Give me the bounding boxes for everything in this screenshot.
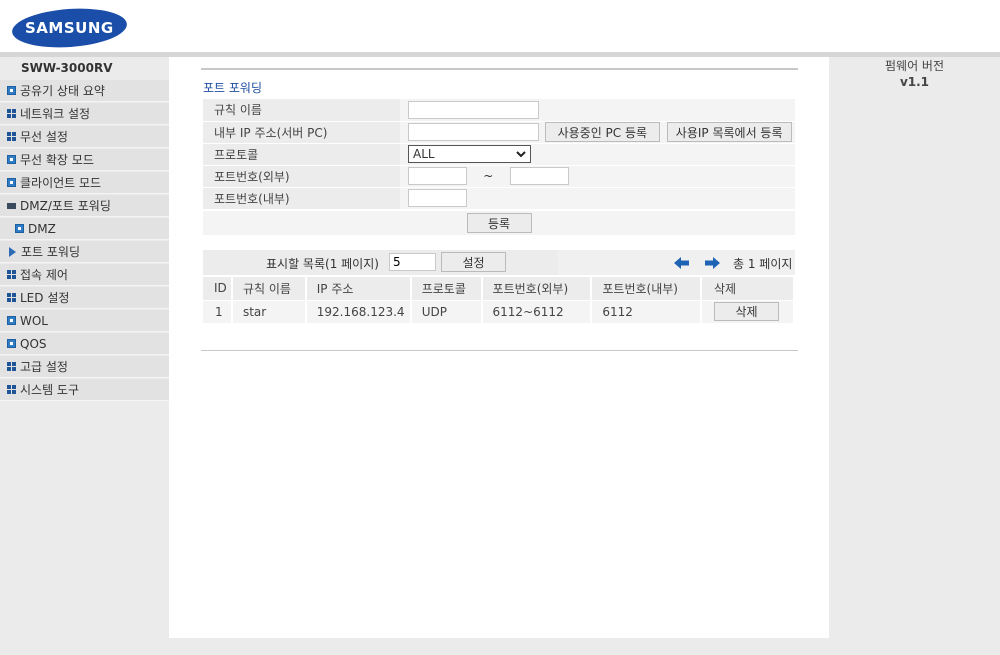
cell-protocol: UDP: [410, 300, 483, 324]
table-row: 1 star 192.168.123.4 UDP 6112~6112 6112 …: [203, 300, 795, 324]
nav-access-control[interactable]: 접속 제어: [0, 264, 169, 286]
grid-icon: [7, 109, 16, 118]
plus-square-icon: [7, 339, 16, 348]
col-rule-name-header: 규칙 이름: [231, 277, 307, 301]
plus-square-icon: [7, 178, 16, 187]
port-forward-form: 규칙 이름 내부 IP 주소(서버 PC) 사용중인 PC 등록 사용IP 목록…: [203, 99, 795, 210]
nav-system-tools[interactable]: 시스템 도구: [0, 379, 169, 401]
protocol-selected-value: ALL: [413, 147, 435, 161]
protocol-label: 프로토콜: [203, 143, 400, 166]
nav-port-forwarding[interactable]: 포트 포워딩: [0, 241, 169, 263]
nav-label: DMZ: [28, 221, 56, 236]
col-ext-port-header: 포트번호(외부): [481, 277, 593, 301]
nav-label: 네트워크 설정: [20, 107, 91, 121]
divider: [201, 350, 798, 351]
internal-ip-label: 내부 IP 주소(서버 PC): [203, 121, 400, 144]
arrow-right-icon: [9, 246, 16, 257]
nav-qos[interactable]: QOS: [0, 333, 169, 355]
grid-icon: [7, 132, 16, 141]
samsung-logo[interactable]: SAMSUNG: [10, 5, 129, 51]
port-forward-rules-table: ID 규칙 이름 IP 주소 프로토콜 포트번호(외부) 포트번호(내부) 삭제…: [203, 277, 795, 324]
register-from-ip-list-button[interactable]: 사용IP 목록에서 등록: [666, 122, 792, 142]
nav-label: 공유기 상태 요약: [20, 84, 105, 98]
internal-port-input[interactable]: [408, 189, 467, 207]
sidebar: SWW-3000RV 공유기 상태 요약 네트워크 설정 무선 설정 무선 확장…: [0, 57, 169, 655]
model-name: SWW-3000RV: [0, 57, 169, 80]
chevron-down-icon: [516, 150, 526, 157]
nav-wireless-settings[interactable]: 무선 설정: [0, 126, 169, 148]
nav-label: 포트 포워딩: [21, 245, 81, 259]
plus-square-icon: [15, 224, 24, 233]
nav-status-summary[interactable]: 공유기 상태 요약: [0, 80, 169, 102]
display-count-input[interactable]: [389, 253, 436, 271]
cell-id: 1: [203, 300, 233, 324]
external-port-from-input[interactable]: [408, 167, 467, 185]
col-ip-header: IP 주소: [305, 277, 412, 301]
logo-text: SAMSUNG: [25, 19, 114, 38]
nav-network-settings[interactable]: 네트워크 설정: [0, 103, 169, 125]
main-content: 포트 포워딩 규칙 이름 내부 IP 주소(서버 PC) 사용중인 PC 등록 …: [169, 57, 829, 638]
grid-icon: [7, 385, 16, 394]
nav-label: 접속 제어: [20, 268, 68, 282]
nav-wireless-extend[interactable]: 무선 확장 모드: [0, 149, 169, 171]
external-port-label: 포트번호(외부): [203, 165, 400, 188]
firmware-panel: 펌웨어 버전 v1.1: [829, 57, 1000, 655]
register-row: 등록: [203, 211, 795, 235]
cell-rule-name: star: [231, 300, 307, 324]
nav-label: QOS: [20, 336, 47, 351]
col-delete-header: 삭제: [701, 277, 795, 301]
minus-icon: [7, 202, 16, 209]
rule-name-label: 규칙 이름: [203, 99, 400, 122]
nav-client-mode[interactable]: 클라이언트 모드: [0, 172, 169, 194]
display-count-label: 표시할 목록(1 페이지): [266, 257, 379, 271]
nav-label: 무선 설정: [20, 130, 68, 144]
firmware-version: v1.1: [899, 75, 930, 89]
internal-port-label: 포트번호(내부): [203, 187, 400, 210]
cell-ext-port: 6112~6112: [481, 300, 593, 324]
nav-label: 고급 설정: [20, 360, 68, 374]
next-page-arrow-icon[interactable]: [704, 257, 720, 269]
cell-ip: 192.168.123.4: [305, 300, 412, 324]
register-button[interactable]: 등록: [466, 213, 532, 233]
nav-label: DMZ/포트 포워딩: [20, 199, 111, 213]
nav-label: WOL: [20, 313, 48, 328]
delete-rule-button[interactable]: 삭제: [714, 302, 780, 321]
header: SAMSUNG: [0, 0, 1000, 52]
prev-page-arrow-icon[interactable]: [674, 257, 690, 269]
nav-label: LED 설정: [20, 291, 70, 305]
set-display-count-button[interactable]: 설정: [441, 252, 506, 272]
protocol-select[interactable]: ALL: [408, 145, 531, 163]
table-header-row: ID 규칙 이름 IP 주소 프로토콜 포트번호(외부) 포트번호(내부) 삭제: [203, 277, 795, 301]
range-separator: ~: [483, 168, 494, 183]
nav-advanced-settings[interactable]: 고급 설정: [0, 356, 169, 378]
nav-label: 시스템 도구: [20, 383, 80, 397]
plus-square-icon: [7, 86, 16, 95]
internal-ip-input[interactable]: [408, 123, 539, 141]
nav-led-settings[interactable]: LED 설정: [0, 287, 169, 309]
nav-dmz-port-forwarding[interactable]: DMZ/포트 포워딩: [0, 195, 169, 217]
col-id-header: ID: [203, 277, 233, 301]
divider: [201, 68, 798, 70]
page-total: 총 1 페이지: [733, 257, 793, 271]
cell-int-port: 6112: [591, 300, 703, 324]
page-title: 포트 포워딩: [203, 81, 263, 95]
plus-square-icon: [7, 155, 16, 164]
grid-icon: [7, 270, 16, 279]
nav-label: 클라이언트 모드: [20, 176, 102, 190]
external-port-to-input[interactable]: [509, 167, 569, 185]
register-used-pc-button[interactable]: 사용중인 PC 등록: [544, 122, 660, 142]
firmware-label: 펌웨어 버전: [884, 59, 944, 73]
list-display-bar: 표시할 목록(1 페이지) 설정 총 1 페이지: [203, 250, 795, 275]
grid-icon: [7, 362, 16, 371]
grid-icon: [7, 293, 16, 302]
nav-label: 무선 확장 모드: [20, 153, 94, 167]
col-int-port-header: 포트번호(내부): [591, 277, 703, 301]
nav-dmz[interactable]: DMZ: [0, 218, 169, 240]
nav-wol[interactable]: WOL: [0, 310, 169, 332]
rule-name-input[interactable]: [408, 100, 539, 119]
list-display-controls: 표시할 목록(1 페이지) 설정: [203, 250, 558, 275]
plus-square-icon: [7, 316, 16, 325]
col-protocol-header: 프로토콜: [410, 277, 483, 301]
